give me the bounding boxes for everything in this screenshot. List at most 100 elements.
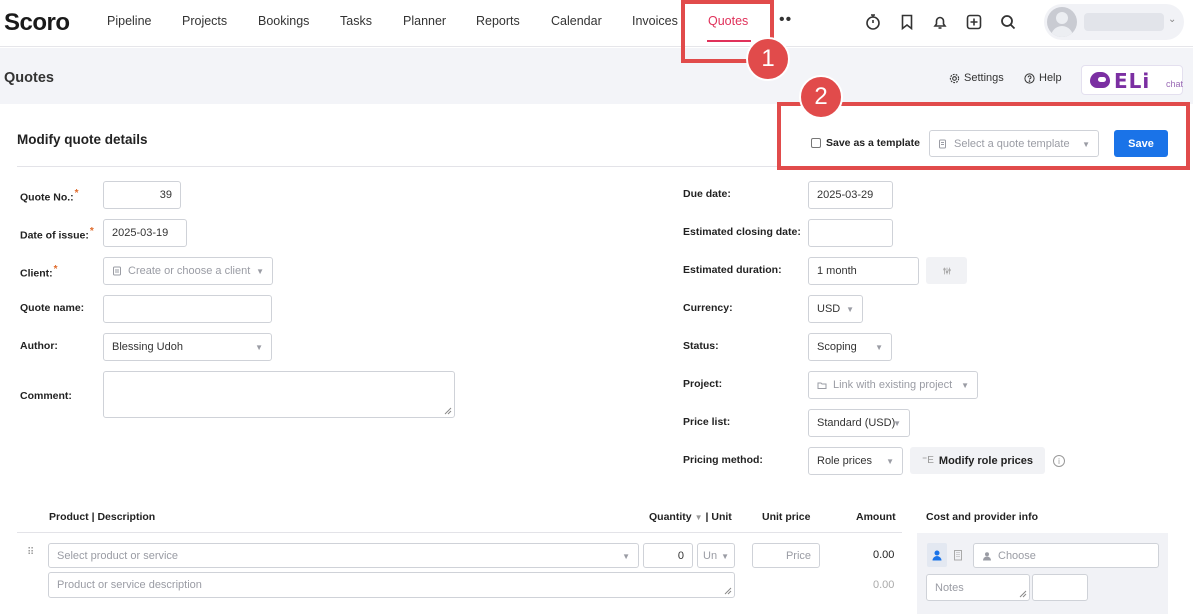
client-select[interactable]: Create or choose a client ▼ [103, 257, 273, 285]
search-icon[interactable] [999, 13, 1017, 31]
cost-value-input[interactable] [1032, 574, 1088, 601]
info-icon[interactable]: i [1053, 455, 1065, 467]
col-cost-provider: Cost and provider info [926, 511, 1039, 523]
help-icon [1024, 72, 1035, 84]
top-navigation: Scoro Pipeline Projects Bookings Tasks P… [0, 0, 1193, 47]
list-icon: ⁼E [921, 455, 934, 466]
help-link[interactable]: Help [1024, 72, 1062, 84]
comment-label: Comment: [20, 390, 72, 402]
provider-choose-input[interactable]: Choose [973, 543, 1159, 568]
nav-planner[interactable]: Planner [403, 14, 446, 28]
product-select[interactable]: Select product or service ▼ [48, 543, 639, 568]
modify-role-prices-button[interactable]: ⁼E Modify role prices [910, 447, 1045, 474]
project-select[interactable]: Link with existing project ▼ [808, 371, 978, 399]
nav-invoices[interactable]: Invoices [632, 14, 678, 28]
chevron-down-icon: ⌄ [1168, 14, 1177, 25]
author-label: Author: [20, 340, 58, 352]
page-title: Quotes [4, 70, 54, 86]
annotation-badge-2: 2 [799, 75, 843, 119]
scoro-logo[interactable]: Scoro [4, 9, 70, 37]
col-product-description: Product | Description [49, 511, 156, 523]
chevron-down-icon: ▼ [255, 343, 263, 352]
col-unit-price: Unit price [762, 511, 811, 523]
nav-projects[interactable]: Projects [182, 14, 227, 28]
date-of-issue-label: Date of issue:* [20, 226, 94, 242]
form-divider [17, 166, 777, 167]
quote-no-label: Quote No.:* [20, 188, 79, 204]
form-title: Modify quote details [17, 132, 148, 147]
row-amount: 0.00 [873, 549, 895, 561]
cost-notes-input[interactable]: Notes [926, 574, 1030, 601]
estimated-duration-input[interactable]: 1 month [808, 257, 919, 285]
eli-chat-label: chat [1166, 79, 1184, 89]
resize-grip-icon[interactable] [1019, 590, 1027, 598]
sliders-icon [942, 267, 951, 274]
user-name-redacted [1084, 13, 1164, 31]
client-placeholder: Create or choose a client [128, 265, 251, 277]
row-amount-muted: 0.00 [873, 579, 895, 591]
pricing-method-select[interactable]: Role prices ▼ [808, 447, 903, 475]
project-label: Project: [683, 378, 723, 390]
eli-brand: ELi [1114, 69, 1151, 93]
due-date-label: Due date: [683, 188, 731, 200]
price-list-select[interactable]: Standard (USD) ▼ [808, 409, 910, 437]
resize-grip-icon[interactable] [724, 587, 732, 595]
product-description-input[interactable]: Product or service description [48, 572, 735, 598]
building-icon[interactable] [948, 543, 968, 567]
col-amount: Amount [856, 511, 896, 523]
document-icon [112, 266, 122, 276]
currency-select[interactable]: USD ▼ [808, 295, 863, 323]
chevron-down-icon: ▼ [875, 343, 883, 352]
unit-price-input[interactable]: Price [752, 543, 820, 568]
resize-grip-icon[interactable] [444, 407, 452, 415]
nav-calendar[interactable]: Calendar [551, 14, 602, 28]
author-select[interactable]: Blessing Udoh ▼ [103, 333, 272, 361]
avatar [1047, 7, 1077, 37]
bookmark-icon[interactable] [898, 13, 916, 31]
annotation-badge-1: 1 [746, 37, 790, 81]
due-date-input[interactable]: 2025-03-29 [808, 181, 893, 209]
drag-handle-icon[interactable]: ⠿ [27, 547, 34, 558]
col-quantity[interactable]: Quantity ▼ | Unit [649, 511, 732, 523]
chevron-down-icon: ▼ [961, 381, 969, 390]
settings-label: Settings [964, 72, 1004, 84]
bell-icon[interactable] [931, 13, 949, 31]
help-label: Help [1039, 72, 1062, 84]
chevron-down-icon: ▼ [846, 305, 854, 314]
timer-icon[interactable] [864, 13, 882, 31]
nav-tasks[interactable]: Tasks [340, 14, 372, 28]
annotation-box-save [777, 102, 1190, 170]
sort-down-icon: ▼ [694, 513, 703, 522]
page-header: Quotes Settings Help ELi chat [0, 48, 1193, 104]
user-menu[interactable]: ⌄ [1044, 4, 1184, 40]
table-header-divider [17, 532, 902, 533]
folder-icon [817, 380, 827, 390]
add-icon[interactable] [965, 13, 983, 31]
eli-mascot-icon [1090, 72, 1110, 88]
nav-pipeline[interactable]: Pipeline [107, 14, 151, 28]
status-label: Status: [683, 340, 719, 352]
quote-name-input[interactable] [103, 295, 272, 323]
chevron-down-icon: ▼ [893, 419, 901, 428]
duration-settings-button[interactable] [926, 257, 967, 284]
person-icon[interactable] [927, 543, 947, 567]
author-value: Blessing Udoh [112, 341, 183, 353]
settings-link[interactable]: Settings [949, 72, 1004, 84]
person-icon [982, 551, 992, 561]
unit-select[interactable]: Un ▼ [697, 543, 735, 568]
quote-name-label: Quote name: [20, 302, 85, 314]
status-select[interactable]: Scoping ▼ [808, 333, 892, 361]
chevron-down-icon: ▼ [886, 457, 894, 466]
date-of-issue-input[interactable]: 2025-03-19 [103, 219, 187, 247]
chevron-down-icon: ▼ [622, 552, 630, 561]
quote-no-input[interactable]: 39 [103, 181, 181, 209]
pricing-method-label: Pricing method: [683, 454, 763, 466]
chevron-down-icon: ▼ [721, 552, 729, 561]
eli-chat-button[interactable]: ELi chat [1081, 65, 1183, 95]
nav-reports[interactable]: Reports [476, 14, 520, 28]
comment-textarea[interactable] [103, 371, 455, 418]
quantity-input[interactable]: 0 [643, 543, 693, 568]
nav-bookings[interactable]: Bookings [258, 14, 309, 28]
estimated-closing-date-input[interactable] [808, 219, 893, 247]
more-menu-icon[interactable]: •• [779, 11, 792, 29]
